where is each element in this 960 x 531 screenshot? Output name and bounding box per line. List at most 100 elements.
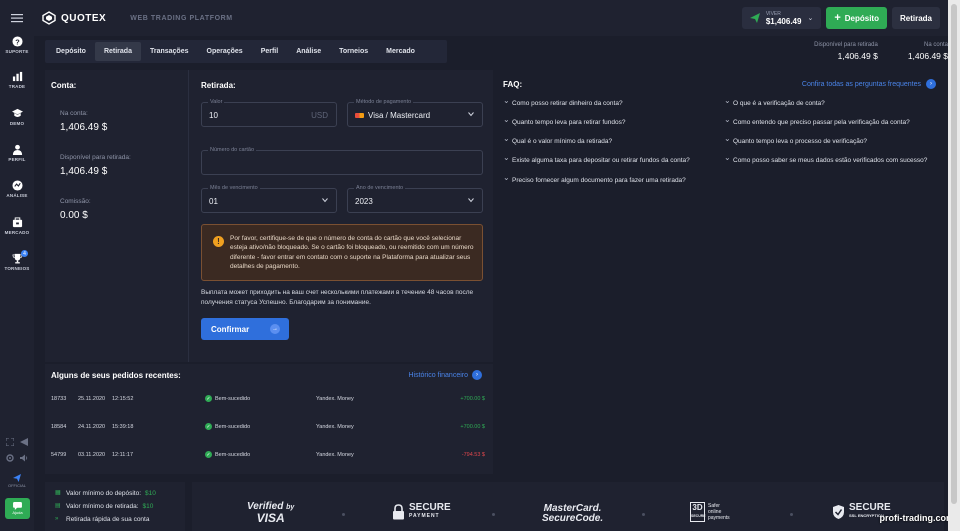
sound-icon[interactable] — [20, 454, 28, 462]
faq-item[interactable]: Como entendo que preciso passar pela ver… — [724, 115, 936, 127]
fast-withdraw-label: Retirada rápida de sua conta — [66, 516, 150, 523]
check-icon: ✓ — [205, 451, 212, 458]
sidebar-item-trade[interactable]: TRADE — [0, 71, 34, 89]
tab-deposito[interactable]: Depósito — [47, 42, 95, 61]
faq-item[interactable]: Como posso retirar dinheiro da conta? — [503, 96, 718, 108]
account-panel: Conta: Na conta: 1,406.49 $ Disponível p… — [45, 70, 189, 362]
sidebar-item-label: DEMO — [9, 121, 25, 126]
request-date: 24.11.2020 — [78, 424, 106, 430]
faq-item[interactable]: Existe alguma taxa para depositar ou ret… — [503, 153, 718, 165]
settings-icon[interactable] — [6, 454, 14, 462]
limits-panel: ▦ Valor mínimo do depósito: $10 ▤ Valor mín… — [45, 482, 185, 531]
request-amount: -794.53 $ — [461, 452, 485, 458]
sidebar-item-mercado[interactable]: MERCADO — [0, 217, 34, 235]
watermark: profi-trading.com — [879, 513, 955, 523]
withdraw-title: Retirada: — [201, 81, 236, 90]
sidebar-item-demo[interactable]: DEMO — [0, 108, 34, 126]
faq-item[interactable]: Preciso fornecer algum documento para fa… — [503, 173, 718, 185]
payment-method-select[interactable]: Método de pagamento Visa / Mastercard — [347, 99, 483, 127]
menu-icon[interactable] — [0, 12, 34, 24]
status-badge: ✓ Bem-sucedido — [205, 423, 250, 430]
request-id: 18733 — [51, 396, 67, 402]
help-button[interactable]: Ajuda — [5, 498, 30, 519]
currency-suffix: USD — [311, 111, 328, 120]
plus-icon: + — [834, 12, 841, 24]
3d-text: 3D — [692, 503, 703, 512]
confirm-label: Confirmar — [211, 324, 250, 334]
separator-dot — [342, 513, 345, 516]
expiry-month-select[interactable]: Mês de vencimento 01 — [201, 185, 337, 213]
official-label: OFFICIAL — [7, 483, 26, 488]
chevron-down-icon: ⌄ — [807, 15, 814, 22]
graduation-cap-icon — [11, 108, 23, 117]
tab-torneios[interactable]: Torneios — [330, 42, 377, 61]
financial-history-link[interactable]: Histórico financeiro › — [408, 370, 482, 380]
faq-item[interactable]: Quanto tempo leva para retirar fundos? — [503, 115, 718, 127]
faq-item[interactable]: Qual é o valor mínimo da retirada? — [503, 134, 718, 146]
faq-item[interactable]: Como posso saber se meus dados estão ver… — [724, 153, 936, 165]
bar-chart-icon — [12, 71, 22, 82]
tab-retirada[interactable]: Retirada — [94, 42, 141, 61]
tab-transacoes[interactable]: Transações — [141, 42, 198, 61]
separator-dot — [492, 513, 495, 516]
faq-title: FAQ: — [503, 80, 523, 89]
fast-withdraw: » Retirada rápida de sua conta — [55, 516, 149, 523]
chat-icon — [13, 502, 22, 510]
available-value: 1,406.49 $ — [60, 166, 108, 177]
confirm-button[interactable]: Confirmar → — [201, 318, 289, 340]
request-date: 03.11.2020 — [78, 452, 106, 458]
secure-text: SECURE — [409, 502, 451, 513]
amount-value: 10 — [209, 111, 218, 120]
commission: Comissão: 0.00 $ — [60, 198, 91, 221]
chevron-down-icon — [468, 198, 474, 203]
amount-field[interactable]: Valor 10 USD — [201, 99, 337, 127]
tab-perfil[interactable]: Perfil — [252, 42, 288, 61]
withdraw-button[interactable]: Retirada — [891, 7, 940, 29]
fullscreen-icon[interactable] — [6, 438, 14, 446]
sidebar-item-perfil[interactable]: PERFIL — [0, 144, 34, 162]
platform-subtitle: WEB TRADING PLATFORM — [130, 14, 233, 22]
faq-item[interactable]: O que é a verificação de conta? — [724, 96, 936, 108]
deposit-button[interactable]: + Depósito — [826, 7, 887, 29]
tab-analise[interactable]: Análise — [287, 42, 330, 61]
table-row: 18584 24.11.2020 15:39:18 ✓ Bem-sucedido … — [51, 422, 485, 434]
logo[interactable]: QUOTEX — [42, 11, 106, 25]
telegram-icon — [13, 474, 21, 482]
tab-bar: Depósito Retirada Transações Operações P… — [45, 40, 447, 63]
faq-item[interactable]: Quanto tempo leva o processo de verifica… — [724, 134, 936, 146]
sidebar-item-label: ANÁLISE — [6, 193, 28, 198]
scrollbar-thumb[interactable] — [951, 4, 957, 504]
sidebar-item-torneios[interactable]: 4 TORNEIOS — [0, 250, 34, 271]
account-selector[interactable]: VIVER $1,406.49 ⌄ — [741, 7, 822, 29]
chevron-down-icon — [322, 198, 328, 203]
card-brand-icon — [355, 113, 364, 118]
deposit-label: Depósito — [844, 13, 879, 23]
sidebar-item-suporte[interactable]: ? SUPORTE — [0, 36, 34, 54]
share-icon[interactable] — [20, 438, 28, 446]
card-warning: ! Por favor, certifique-se de que o núme… — [201, 224, 483, 281]
tab-operacoes[interactable]: Operações — [198, 42, 252, 61]
financial-history-label: Histórico financeiro — [408, 371, 468, 379]
chevron-down-icon — [468, 112, 474, 117]
tab-mercado[interactable]: Mercado — [377, 42, 424, 61]
payment-method-label: Método de pagamento — [354, 99, 414, 105]
faq-all-label: Confira todas as perguntas frequentes — [801, 80, 921, 88]
status-badge: ✓ Bem-sucedido — [205, 451, 250, 458]
min-deposit-label: Valor mínimo do depósito: — [66, 490, 142, 497]
faq-all-link[interactable]: Confira todas as perguntas frequentes › — [802, 79, 936, 89]
scrollbar[interactable] — [948, 0, 960, 531]
official-telegram[interactable]: OFFICIAL — [0, 474, 34, 488]
account-panel-title: Conta: — [51, 81, 77, 90]
check-icon: ✓ — [205, 395, 212, 402]
account-balance-value: 1,406.49 $ — [907, 51, 948, 61]
available-balance: Disponível para retirada 1,406.49 $ — [814, 42, 878, 61]
available-for-withdrawal: Disponível para retirada: 1,406.49 $ — [60, 154, 131, 177]
status-text: Bem-sucedido — [215, 423, 251, 430]
paper-plane-icon — [749, 13, 760, 23]
separator-dot — [790, 513, 793, 516]
card-number-field[interactable]: Número do cartão — [201, 147, 483, 175]
sidebar-item-label: TRADE — [8, 84, 26, 89]
available-balance-label: Disponível para retirada — [814, 42, 878, 48]
expiry-year-select[interactable]: Ano de vencimento 2023 — [347, 185, 483, 213]
sidebar-item-analise[interactable]: ANÁLISE — [0, 180, 34, 198]
